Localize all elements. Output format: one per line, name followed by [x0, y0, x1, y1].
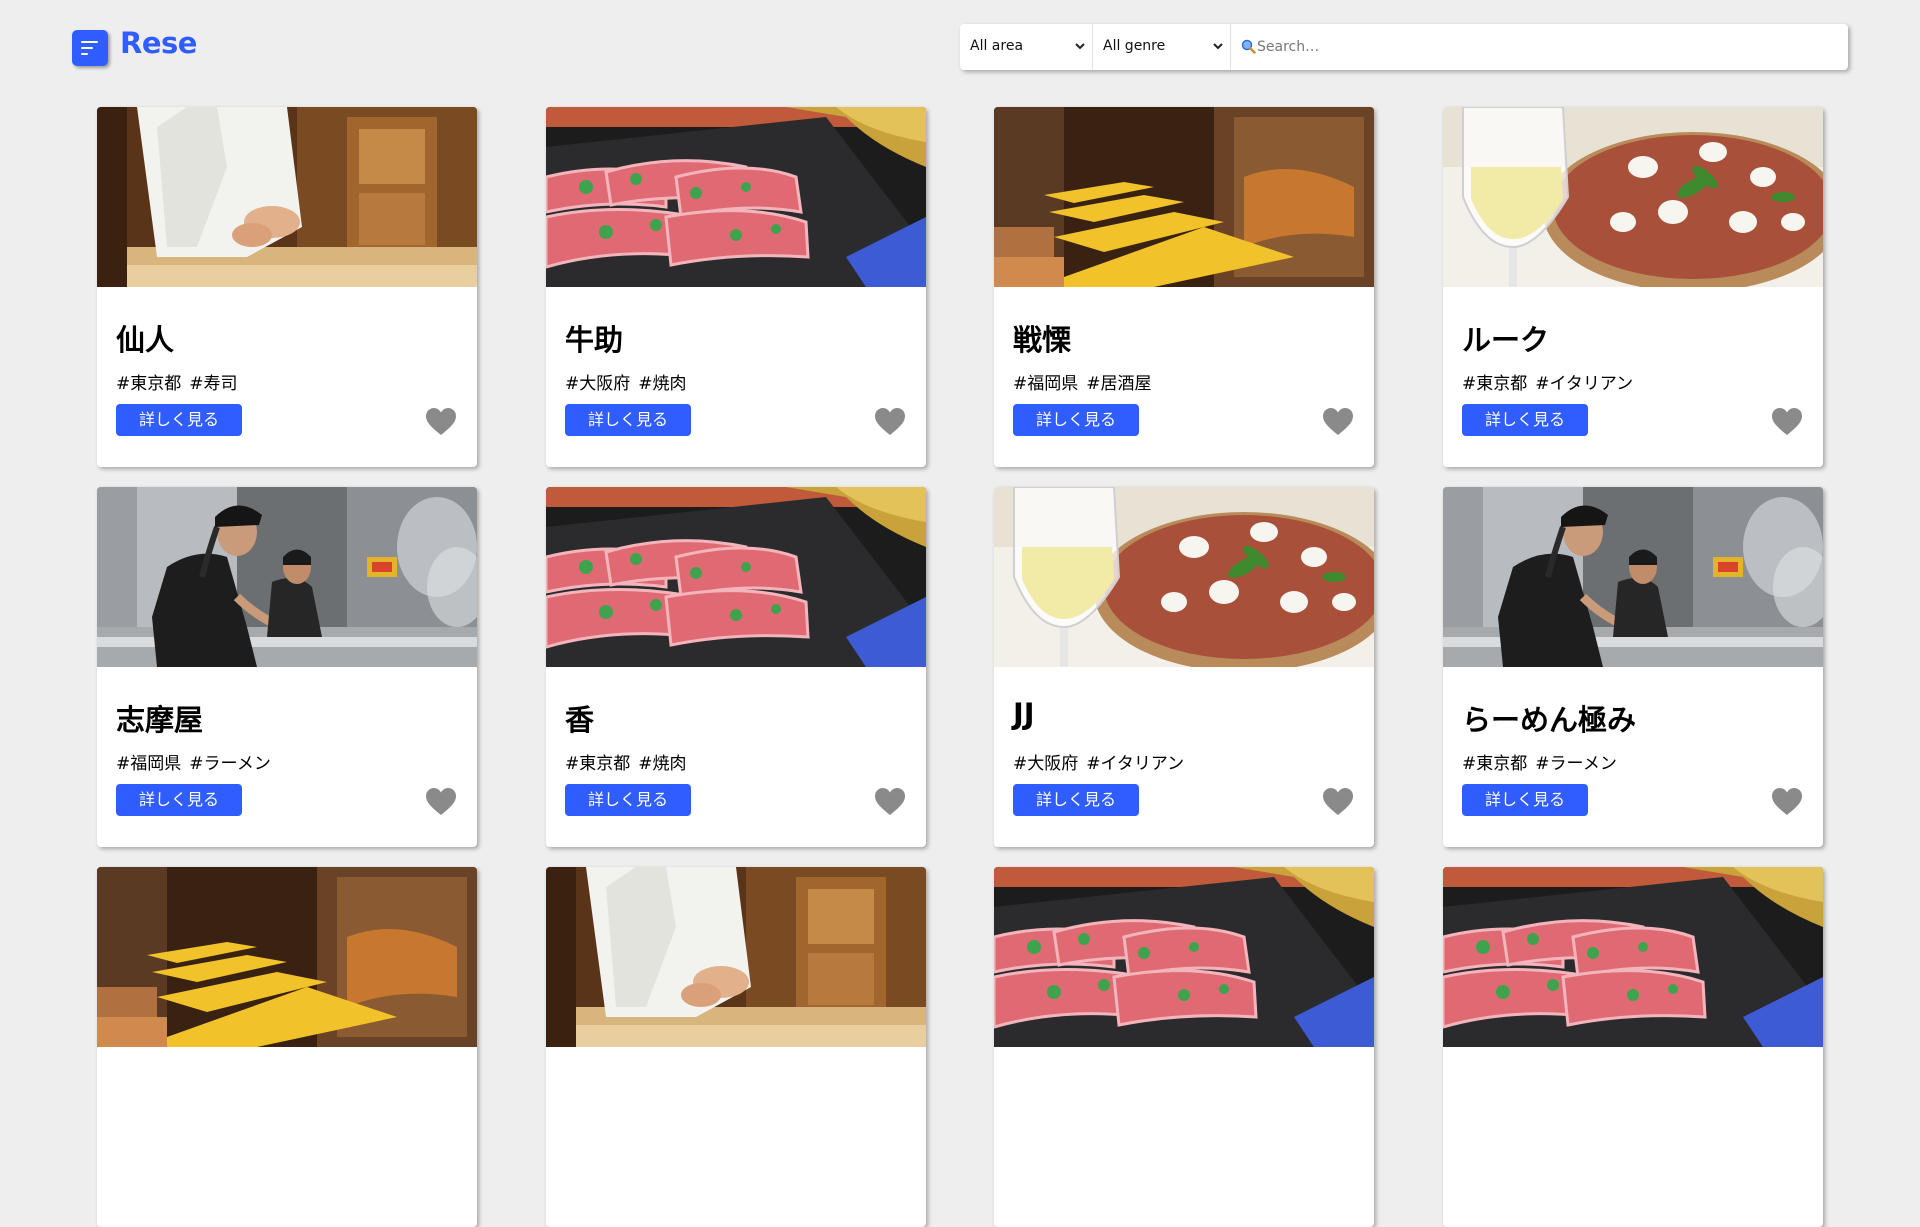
chevron-down-icon — [1213, 43, 1223, 50]
shop-image — [994, 867, 1374, 1047]
shop-tags: #福岡県 #ラーメン — [116, 749, 271, 774]
shop-card: ルーク #東京都 #イタリアン 詳しく見る — [1443, 107, 1823, 467]
shop-card: 仙人 #東京都 #寿司 詳しく見る — [97, 107, 477, 467]
shop-card — [1443, 867, 1823, 1227]
detail-button[interactable]: 詳しく見る — [1013, 784, 1139, 816]
shop-name: 牛助 — [565, 323, 624, 357]
shop-image — [546, 107, 926, 287]
shop-image — [546, 867, 926, 1047]
heart-icon[interactable] — [425, 787, 457, 817]
genre-tag[interactable]: #焼肉 — [638, 754, 686, 774]
area-tag[interactable]: #東京都 — [1462, 374, 1527, 394]
shop-card — [546, 867, 926, 1227]
header: Rese All area All genre — [0, 0, 1920, 95]
shop-card: JJ #大阪府 #イタリアン 詳しく見る — [994, 487, 1374, 847]
shop-card: 志摩屋 #福岡県 #ラーメン 詳しく見る — [97, 487, 477, 847]
shop-tags: #東京都 #イタリアン — [1462, 369, 1633, 394]
shop-tags: #福岡県 #居酒屋 — [1013, 369, 1152, 394]
chevron-down-icon — [1075, 43, 1085, 50]
detail-button[interactable]: 詳しく見る — [1013, 404, 1139, 436]
detail-button[interactable]: 詳しく見る — [565, 784, 691, 816]
shop-image — [546, 487, 926, 667]
area-tag[interactable]: #東京都 — [1462, 754, 1527, 774]
logo[interactable]: Rese — [120, 26, 197, 60]
shop-image — [994, 487, 1374, 667]
shop-tags: #大阪府 #イタリアン — [1013, 749, 1184, 774]
shop-name: 香 — [565, 703, 595, 737]
detail-button[interactable]: 詳しく見る — [565, 404, 691, 436]
shop-image — [994, 107, 1374, 287]
genre-tag[interactable]: #寿司 — [189, 374, 237, 394]
genre-select[interactable]: All genre — [1093, 24, 1231, 70]
genre-tag[interactable]: #イタリアン — [1086, 754, 1184, 774]
shop-name: JJ — [1013, 697, 1035, 731]
genre-tag[interactable]: #ラーメン — [189, 754, 271, 774]
genre-select-value: All genre — [1103, 38, 1166, 54]
shop-card — [97, 867, 477, 1227]
heart-icon[interactable] — [874, 407, 906, 437]
shop-tags: #東京都 #ラーメン — [1462, 749, 1617, 774]
shop-image — [1443, 867, 1823, 1047]
search-icon — [1241, 39, 1256, 54]
shop-tags: #大阪府 #焼肉 — [565, 369, 687, 394]
shop-card: 香 #東京都 #焼肉 詳しく見る — [546, 487, 926, 847]
area-tag[interactable]: #福岡県 — [116, 754, 181, 774]
shop-name: 戦慄 — [1013, 323, 1072, 357]
search-bar: All area All genre — [960, 24, 1848, 70]
detail-button[interactable]: 詳しく見る — [116, 404, 242, 436]
area-tag[interactable]: #大阪府 — [1013, 754, 1078, 774]
heart-icon[interactable] — [1771, 407, 1803, 437]
shop-name: 仙人 — [116, 323, 175, 357]
heart-icon[interactable] — [425, 407, 457, 437]
heart-icon[interactable] — [1322, 407, 1354, 437]
shop-name: 志摩屋 — [116, 703, 204, 737]
area-tag[interactable]: #東京都 — [565, 754, 630, 774]
search-field — [1231, 24, 1848, 70]
genre-tag[interactable]: #イタリアン — [1535, 374, 1633, 394]
search-input[interactable] — [1257, 36, 1817, 58]
area-tag[interactable]: #福岡県 — [1013, 374, 1078, 394]
area-select-value: All area — [970, 38, 1024, 54]
shop-image — [97, 487, 477, 667]
shop-image — [1443, 487, 1823, 667]
heart-icon[interactable] — [874, 787, 906, 817]
area-tag[interactable]: #大阪府 — [565, 374, 630, 394]
area-tag[interactable]: #東京都 — [116, 374, 181, 394]
hamburger-menu-icon[interactable] — [72, 30, 108, 66]
shop-tags: #東京都 #焼肉 — [565, 749, 687, 774]
genre-tag[interactable]: #焼肉 — [638, 374, 686, 394]
genre-tag[interactable]: #ラーメン — [1535, 754, 1617, 774]
shop-card: らーめん極み #東京都 #ラーメン 詳しく見る — [1443, 487, 1823, 847]
detail-button[interactable]: 詳しく見る — [1462, 404, 1588, 436]
detail-button[interactable]: 詳しく見る — [1462, 784, 1588, 816]
shop-image — [97, 107, 477, 287]
shop-card: 牛助 #大阪府 #焼肉 詳しく見る — [546, 107, 926, 467]
shop-card — [994, 867, 1374, 1227]
area-select[interactable]: All area — [960, 24, 1093, 70]
shop-card: 戦慄 #福岡県 #居酒屋 詳しく見る — [994, 107, 1374, 467]
shop-name: ルーク — [1462, 323, 1550, 357]
genre-tag[interactable]: #居酒屋 — [1086, 374, 1151, 394]
detail-button[interactable]: 詳しく見る — [116, 784, 242, 816]
shop-tags: #東京都 #寿司 — [116, 369, 238, 394]
heart-icon[interactable] — [1771, 787, 1803, 817]
shop-image — [97, 867, 477, 1047]
shop-image — [1443, 107, 1823, 287]
shop-name: らーめん極み — [1462, 703, 1637, 737]
heart-icon[interactable] — [1322, 787, 1354, 817]
